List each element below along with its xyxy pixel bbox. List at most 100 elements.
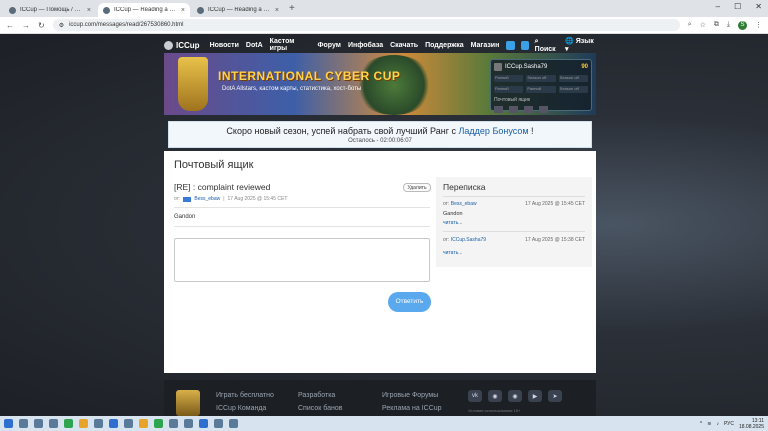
- forward-icon[interactable]: →: [22, 21, 30, 30]
- app-icon[interactable]: [214, 419, 223, 428]
- app-icon[interactable]: [124, 419, 133, 428]
- app-icon[interactable]: [34, 419, 43, 428]
- close-icon[interactable]: ×: [87, 7, 91, 14]
- discord-icon[interactable]: ◉: [508, 390, 522, 402]
- discord-icon[interactable]: ◉: [488, 390, 502, 402]
- read-link[interactable]: читать...: [443, 220, 585, 226]
- app-icon[interactable]: [154, 419, 163, 428]
- search-button[interactable]: ⌕ Поиск: [535, 38, 559, 53]
- reload-icon[interactable]: ↻: [38, 21, 45, 30]
- download-icon[interactable]: [539, 106, 548, 113]
- maximize-icon[interactable]: ☐: [734, 2, 741, 11]
- nav-item-shop[interactable]: Магазин: [471, 42, 500, 49]
- site-footer: Играть бесплатно ICCup Команда Разработк…: [164, 380, 596, 416]
- chrome-icon[interactable]: [79, 419, 88, 428]
- tray-chevron-icon[interactable]: ^: [700, 421, 702, 427]
- username[interactable]: ICCup.Sasha79: [505, 64, 547, 70]
- trophy-icon: [178, 57, 208, 111]
- trophy-icon: [176, 390, 200, 416]
- season-cell: Season off: [558, 86, 588, 93]
- footer-link[interactable]: Реклама на ICCup: [382, 405, 442, 412]
- zoom-icon[interactable]: ⌕: [688, 21, 692, 29]
- language-label: Язык: [575, 38, 594, 45]
- read-link[interactable]: читать...: [443, 250, 585, 256]
- search-label: Поиск: [534, 45, 556, 53]
- start-icon[interactable]: [4, 419, 13, 428]
- url-field[interactable]: ⚙ iccup.com/messages/read/267530860.html: [52, 19, 680, 31]
- app-icon[interactable]: [199, 419, 208, 428]
- notice-exclamation: !: [531, 126, 534, 136]
- sender-link[interactable]: Bess_ebaw: [451, 201, 477, 207]
- conversation-sidebar: Переписка от: Bess_ebaw 17 Aug 2025 @ 15:…: [436, 177, 592, 267]
- nav-item-news[interactable]: Новости: [210, 42, 239, 49]
- app-icon[interactable]: [229, 419, 238, 428]
- site-logo[interactable]: ICCup: [164, 40, 200, 50]
- meta-separator: |: [223, 196, 225, 202]
- back-icon[interactable]: ←: [6, 21, 14, 30]
- telegram-icon[interactable]: ➤: [548, 390, 562, 402]
- divider: [174, 207, 430, 208]
- app-icon[interactable]: [94, 419, 103, 428]
- nav-item-custom-games[interactable]: Кастом игры: [270, 38, 311, 52]
- volume-icon[interactable]: ♪: [716, 421, 719, 427]
- new-tab-button[interactable]: +: [289, 3, 295, 14]
- mail-icon[interactable]: [494, 106, 503, 113]
- site-info-icon[interactable]: ⚙: [59, 22, 64, 29]
- sender-link[interactable]: ICCup.Sasha79: [451, 237, 486, 243]
- nav-item-download[interactable]: Скачать: [390, 42, 418, 49]
- browser-tab-active[interactable]: ICCup — Reading a message f ×: [98, 3, 190, 17]
- download-icon[interactable]: ⤓: [727, 21, 730, 29]
- minimize-icon[interactable]: –: [716, 2, 720, 11]
- footer-col: Играть бесплатно ICCup Команда: [216, 392, 274, 418]
- avatar[interactable]: [494, 63, 502, 71]
- vk-icon[interactable]: vk: [468, 390, 482, 402]
- footer-link[interactable]: Игровые Форумы: [382, 392, 442, 399]
- nav-item-forum[interactable]: Форум: [318, 42, 341, 49]
- bookmark-star-icon[interactable]: ☆: [700, 21, 706, 29]
- app-icon[interactable]: [139, 419, 148, 428]
- app-icon[interactable]: [109, 419, 118, 428]
- app-icon[interactable]: [184, 419, 193, 428]
- footer-link[interactable]: Играть бесплатно: [216, 392, 274, 399]
- friends-icon[interactable]: [524, 106, 533, 113]
- browser-tab[interactable]: ICCup — Помощь / 31-июля/ ×: [4, 3, 96, 17]
- footer-link[interactable]: Разработка: [298, 392, 342, 399]
- message-title: [RE] : complaint reviewed: [174, 182, 271, 192]
- youtube-icon[interactable]: ▶: [528, 390, 542, 402]
- mailbox-link[interactable]: Почтовый ящик: [494, 97, 588, 103]
- message-meta: от: Bess_ebaw | 17 Aug 2025 @ 15:45 CET: [174, 196, 287, 202]
- telegram-app-icon[interactable]: [19, 419, 28, 428]
- rank-cell: Ранний: [494, 86, 524, 93]
- ladder-bonus-link[interactable]: Ладдер Бонусом: [459, 126, 529, 136]
- nav-item-infobase[interactable]: Инфобаза: [348, 42, 383, 49]
- messages-icon[interactable]: [506, 40, 515, 50]
- clock-date: 18.08.2025: [738, 423, 764, 430]
- clock[interactable]: 13:11 18.08.2025: [739, 418, 764, 430]
- profile-avatar[interactable]: S: [738, 20, 747, 30]
- nav-item-support[interactable]: Поддержка: [425, 42, 464, 49]
- delete-button[interactable]: Удалить: [403, 183, 431, 192]
- profile-icon[interactable]: [520, 40, 529, 50]
- season-timer: Осталось - 02:00:06:07: [348, 138, 412, 144]
- footer-link[interactable]: Список банов: [298, 405, 342, 412]
- reply-button[interactable]: Ответить: [388, 292, 431, 312]
- footer-link[interactable]: ICCup Команда: [216, 405, 274, 412]
- keyboard-language[interactable]: РУС: [724, 421, 734, 427]
- close-icon[interactable]: ×: [275, 7, 279, 14]
- app-icon[interactable]: [49, 419, 58, 428]
- season-notice: Скоро новый сезон, успей набрать свой лу…: [168, 121, 592, 148]
- extensions-icon[interactable]: ⧉: [714, 21, 719, 29]
- close-window-icon[interactable]: ✕: [755, 2, 762, 11]
- language-button[interactable]: 🌐 Язык ▾: [565, 37, 596, 53]
- menu-dots-icon[interactable]: ⋮: [755, 21, 762, 29]
- browser-tab[interactable]: ICCup — Reading a message f ×: [192, 3, 284, 17]
- warning-icon[interactable]: [509, 106, 518, 113]
- sender-link[interactable]: Bess_ebaw: [194, 196, 220, 202]
- wifi-icon[interactable]: ≋: [707, 421, 711, 427]
- app-icon[interactable]: [169, 419, 178, 428]
- app-icon[interactable]: [64, 419, 73, 428]
- browser-tabstrip: ICCup — Помощь / 31-июля/ × ICCup — Readi…: [0, 0, 768, 17]
- reply-textarea[interactable]: [174, 238, 430, 282]
- nav-item-dota[interactable]: DotA: [246, 42, 263, 49]
- close-icon[interactable]: ×: [181, 7, 185, 14]
